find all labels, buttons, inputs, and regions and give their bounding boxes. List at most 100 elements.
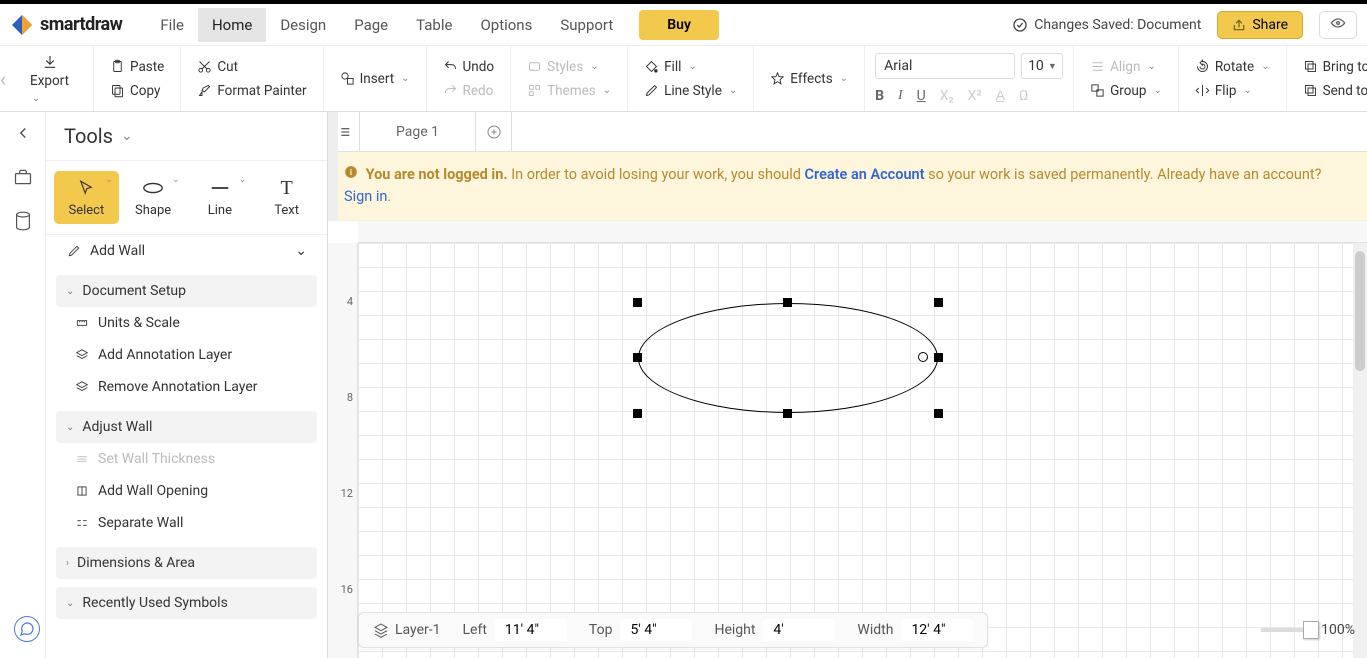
grid[interactable] — [358, 243, 1367, 658]
rotation-handle[interactable] — [918, 352, 928, 362]
format-painter-button[interactable]: Format Painter — [191, 80, 312, 102]
zoom-slider[interactable] — [1261, 628, 1311, 632]
send-back-icon — [1303, 83, 1318, 98]
menu-table[interactable]: Table — [402, 8, 466, 42]
resize-handle-n[interactable] — [783, 298, 792, 307]
palette-icon — [527, 83, 542, 98]
scissors-icon — [197, 59, 212, 74]
underline-button[interactable]: U — [917, 88, 926, 104]
separate-wall-item[interactable]: Separate Wall — [56, 507, 317, 539]
logo-icon — [10, 13, 34, 37]
tool-shape[interactable]: ⌄ Shape — [121, 171, 186, 224]
align-button[interactable]: Align⌄ — [1084, 56, 1168, 78]
add-wall-opening-item[interactable]: Add Wall Opening — [56, 475, 317, 507]
layer-selector[interactable]: Layer-1 — [373, 622, 441, 638]
menu-design[interactable]: Design — [266, 8, 340, 42]
vertical-scrollbar[interactable] — [1353, 243, 1367, 658]
tool-text[interactable]: T Text — [254, 171, 319, 224]
rail-toolbox-button[interactable] — [12, 166, 34, 188]
paste-button[interactable]: Paste — [104, 56, 170, 78]
document-setup-header[interactable]: ⌄Document Setup — [56, 275, 317, 307]
buy-button[interactable]: Buy — [639, 10, 719, 40]
share-button[interactable]: Share — [1217, 11, 1303, 39]
copy-button[interactable]: Copy — [104, 80, 170, 102]
insert-button[interactable]: Insert⌄ — [334, 68, 416, 90]
height-input[interactable] — [763, 619, 835, 641]
redo-button[interactable]: Redo — [437, 80, 501, 102]
bold-button[interactable]: B — [875, 88, 884, 104]
create-account-link[interactable]: Create an Account — [805, 166, 925, 183]
chevron-down-icon: ⌄ — [590, 61, 598, 72]
width-input[interactable] — [901, 619, 973, 641]
selected-ellipse-shape[interactable] — [638, 303, 938, 413]
resize-handle-s[interactable] — [783, 409, 792, 418]
font-color-button[interactable]: A̲ — [996, 87, 1005, 104]
resize-handle-ne[interactable] — [934, 298, 943, 307]
add-annotation-item[interactable]: Add Annotation Layer — [56, 339, 317, 371]
resize-handle-se[interactable] — [934, 409, 943, 418]
cut-button[interactable]: Cut — [191, 56, 312, 78]
sign-in-link[interactable]: Sign in — [344, 188, 387, 205]
logo[interactable]: smartdraw — [10, 13, 122, 37]
tool-select[interactable]: ⌄ Select — [54, 171, 119, 224]
banner-bold-text: You are not logged in. — [366, 166, 508, 183]
resize-handle-w[interactable] — [633, 353, 642, 362]
send-to-back-button[interactable]: Send to Back — [1297, 80, 1367, 102]
preview-button[interactable] — [1319, 11, 1357, 39]
page-tab-1[interactable]: Page 1 — [360, 112, 476, 151]
bring-to-front-button[interactable]: Bring to Front — [1297, 56, 1367, 78]
undo-button[interactable]: Undo — [437, 56, 501, 78]
line-style-button[interactable]: Line Style⌄ — [638, 80, 743, 102]
effects-button[interactable]: Effects⌄ — [764, 68, 854, 90]
menu-options[interactable]: Options — [466, 8, 546, 42]
font-size-select[interactable]: 10▼ — [1021, 53, 1063, 79]
menu-support[interactable]: Support — [546, 8, 627, 42]
subscript-button[interactable]: X₂ — [940, 88, 954, 104]
resize-handle-e[interactable] — [934, 353, 943, 362]
left-input[interactable] — [495, 619, 567, 641]
remove-annotation-item[interactable]: Remove Annotation Layer — [56, 371, 317, 403]
special-char-button[interactable]: Ω — [1019, 88, 1028, 104]
help-button[interactable] — [14, 616, 40, 642]
layers-icon — [373, 622, 389, 638]
themes-button[interactable]: Themes⌄ — [521, 80, 617, 102]
units-scale-item[interactable]: Units & Scale — [56, 307, 317, 339]
canvas[interactable]: 4 8 12 16 — [328, 221, 1367, 658]
menu-file[interactable]: File — [146, 8, 198, 42]
group-button[interactable]: Group⌄ — [1084, 80, 1168, 102]
resize-handle-nw[interactable] — [633, 298, 642, 307]
resize-handle-sw[interactable] — [633, 409, 642, 418]
font-family-select[interactable]: Arial — [875, 53, 1015, 79]
fill-button[interactable]: Fill⌄ — [638, 56, 743, 78]
ruler-vertical[interactable]: 4 8 12 16 — [328, 243, 358, 658]
adjust-wall-header[interactable]: ⌄Adjust Wall — [56, 411, 317, 443]
scrollbar-thumb[interactable] — [1355, 251, 1365, 371]
styles-icon — [527, 59, 542, 74]
menu-home[interactable]: Home — [198, 8, 266, 42]
shapes-icon — [340, 71, 355, 86]
rail-database-button[interactable] — [12, 210, 34, 232]
styles-button[interactable]: Styles⌄ — [521, 56, 617, 78]
layer-plus-icon — [74, 347, 90, 363]
pen-icon — [644, 83, 659, 98]
ruler-horizontal[interactable] — [358, 221, 1367, 243]
italic-button[interactable]: I — [898, 88, 903, 104]
add-wall-item[interactable]: Add Wall ⌄ — [56, 235, 317, 267]
zoom-percent[interactable]: 100% — [1321, 622, 1355, 638]
tools-header[interactable]: Tools ⌄ — [46, 112, 327, 161]
top-input[interactable] — [620, 619, 692, 641]
rotate-button[interactable]: Rotate⌄ — [1189, 56, 1276, 78]
dimensions-area-header[interactable]: ›Dimensions & Area — [56, 547, 317, 579]
zoom-knob[interactable] — [1303, 621, 1319, 639]
flip-button[interactable]: Flip⌄ — [1189, 80, 1276, 102]
recent-symbols-header[interactable]: ⌄Recently Used Symbols — [56, 587, 317, 619]
export-button[interactable]: Export ⌄ — [16, 49, 83, 109]
set-wall-thickness-item[interactable]: Set Wall Thickness — [56, 443, 317, 475]
add-page-button[interactable] — [476, 112, 512, 151]
chevron-down-icon: ⌄ — [688, 61, 696, 72]
tool-line[interactable]: ⌄ Line — [188, 171, 253, 224]
plus-circle-icon — [486, 124, 502, 140]
rail-back-button[interactable] — [12, 122, 34, 144]
menu-page[interactable]: Page — [340, 8, 402, 42]
superscript-button[interactable]: X² — [968, 88, 982, 104]
